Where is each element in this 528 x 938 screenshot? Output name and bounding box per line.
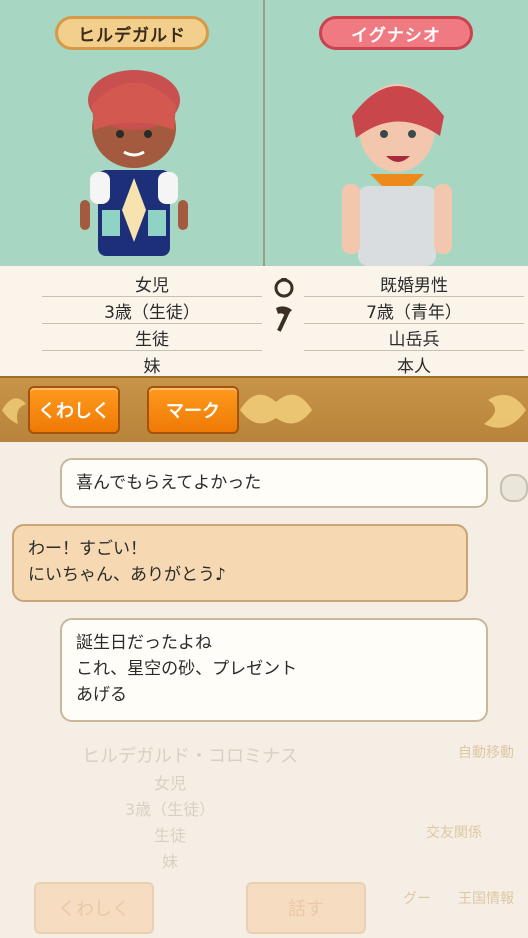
ornament-icon bbox=[2, 398, 26, 424]
menu-auto-move: 自動移動 bbox=[458, 745, 514, 761]
right-gender: 既婚男性 bbox=[304, 270, 524, 297]
left-character-name[interactable]: ヒルデガルド bbox=[55, 16, 209, 50]
message-bubble-1: 喜んでもらえてよかった bbox=[60, 458, 488, 508]
message-line: 誕生日だったよね bbox=[76, 633, 212, 653]
right-character-name[interactable]: イグナシオ bbox=[319, 16, 473, 50]
message-text: 喜んでもらえてよかった bbox=[76, 473, 262, 493]
mark-button[interactable]: マーク bbox=[147, 386, 239, 434]
background-info-occupation: 生徒 bbox=[153, 826, 186, 845]
right-age: 7歳（青年） bbox=[304, 297, 524, 324]
menu-side-label: グー bbox=[403, 891, 431, 907]
message-line: あげる bbox=[76, 685, 127, 705]
ornament-icon bbox=[484, 394, 526, 428]
character-info-table: 女児 3歳（生徒） 生徒 妹 既婚男性 7歳（青年） 山岳兵 本人 bbox=[0, 266, 528, 378]
action-bar: くわしく マーク bbox=[0, 376, 528, 444]
left-relation: 妹 bbox=[42, 351, 262, 378]
right-character-avatar bbox=[342, 84, 452, 266]
right-character-info: 既婚男性 7歳（青年） 山岳兵 本人 bbox=[304, 270, 524, 378]
left-character-info: 女児 3歳（生徒） 生徒 妹 bbox=[42, 270, 262, 378]
message-line: わー！すごい！ bbox=[28, 539, 147, 559]
ring-icon bbox=[274, 278, 294, 298]
message-line: これ、星空の砂、プレゼント bbox=[76, 659, 298, 679]
background-detail-button: くわしく bbox=[34, 882, 154, 934]
background-full-name: ヒルデガルド・コロミナス bbox=[82, 746, 298, 767]
left-occupation: 生徒 bbox=[42, 324, 262, 351]
left-gender: 女児 bbox=[42, 270, 262, 297]
message-line: にいちゃん、ありがとう♪ bbox=[28, 565, 226, 585]
background-info-age: 3歳（生徒） bbox=[124, 800, 216, 819]
background-info-relation: 妹 bbox=[161, 852, 178, 871]
right-relation: 本人 bbox=[304, 351, 524, 378]
background-info-gender: 女児 bbox=[153, 774, 186, 793]
message-bubble-2: わー！すごい！ にいちゃん、ありがとう♪ bbox=[12, 524, 468, 602]
left-age: 3歳（生徒） bbox=[42, 297, 262, 324]
background-talk-button: 話す bbox=[246, 882, 366, 934]
menu-relations: 交友関係 bbox=[426, 825, 482, 841]
menu-kingdom-info: 王国情報 bbox=[458, 891, 514, 907]
message-bubble-3: 誕生日だったよね これ、星空の砂、プレゼント あげる bbox=[60, 618, 488, 722]
detail-button[interactable]: くわしく bbox=[28, 386, 120, 434]
scroll-knob[interactable] bbox=[500, 474, 528, 502]
chat-area[interactable]: ヒルデガルド・コロミナス 女児 3歳（生徒） 生徒 妹 自動移動 交友関係 グー… bbox=[0, 442, 528, 938]
left-character-avatar bbox=[80, 70, 188, 256]
ornament-icon bbox=[240, 394, 312, 424]
axe-icon bbox=[276, 306, 292, 332]
right-occupation: 山岳兵 bbox=[304, 324, 524, 351]
